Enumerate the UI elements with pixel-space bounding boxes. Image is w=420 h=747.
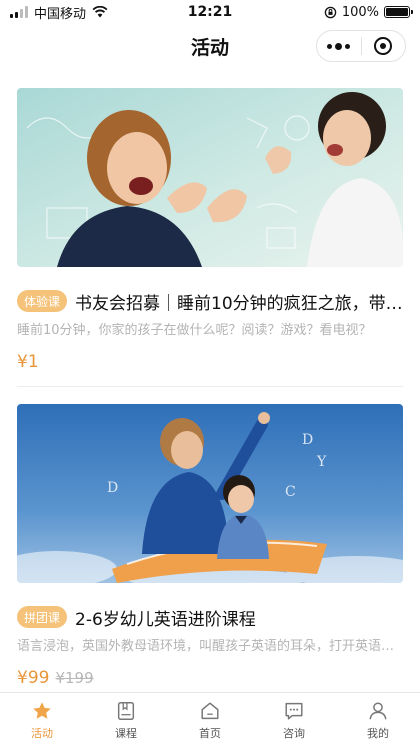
course-type-badge: 拼团课	[17, 606, 68, 628]
tab-home[interactable]: 首页	[168, 693, 252, 747]
rotation-lock-icon	[324, 6, 337, 18]
battery-percent: 100%	[341, 4, 379, 20]
wifi-icon	[92, 6, 108, 18]
battery-icon	[384, 6, 413, 18]
teacher-and-boy-flying-book-photo: D D Y C	[17, 404, 403, 583]
price-row: ¥1	[17, 352, 403, 372]
svg-text:D: D	[107, 480, 118, 496]
battery-fill	[386, 8, 408, 16]
star-icon	[33, 701, 51, 719]
course-type-badge: 体验课	[17, 290, 68, 312]
card-divider	[17, 386, 403, 387]
signal-icon	[10, 6, 28, 18]
tab-profile[interactable]: 我的	[336, 693, 420, 747]
tab-label: 我的	[367, 726, 389, 740]
close-button[interactable]	[362, 31, 406, 61]
card-description: 睡前10分钟，你家的孩子在做什么呢？阅读？游戏？看电视？	[17, 323, 372, 338]
more-dots-icon	[327, 42, 351, 50]
svg-text:C: C	[285, 484, 296, 500]
carrier-name: 中国移动	[34, 6, 87, 22]
tab-bar: 活动 课程 首页 咨询 我的	[0, 692, 420, 747]
price: ¥99	[17, 668, 50, 688]
tab-course[interactable]: 课程	[84, 693, 168, 747]
mini-program-capsule	[316, 30, 406, 62]
activity-card[interactable]: D D Y C 拼团课 2-6岁幼儿英语进阶课程 语言浸泡，英国外教母语环境，叫	[17, 404, 403, 688]
user-icon	[369, 701, 387, 719]
teacher-and-girl-photo	[17, 88, 403, 267]
tab-consult[interactable]: 咨询	[252, 693, 336, 747]
activity-card[interactable]: 体验课 书友会招募｜睡前10分钟的疯狂之旅，带你遨游书海 睡前10分钟，你家的孩…	[17, 88, 403, 372]
svg-text:D: D	[302, 432, 313, 448]
status-bar: 中国移动 12:21 100%	[0, 0, 420, 24]
svg-text:Y: Y	[316, 454, 327, 470]
price-row: ¥99 ¥199	[17, 668, 403, 688]
card-description: 语言浸泡，英国外教母语环境，叫醒孩子英语的耳朵，打开英语世界	[17, 639, 403, 654]
tab-label: 首页	[199, 726, 221, 740]
activity-list[interactable]: 体验课 书友会招募｜睡前10分钟的疯狂之旅，带你遨游书海 睡前10分钟，你家的孩…	[0, 68, 420, 692]
tab-label: 活动	[31, 726, 53, 740]
tab-label: 课程	[115, 726, 137, 740]
card-title-row: 体验课 书友会招募｜睡前10分钟的疯狂之旅，带你遨游书海	[17, 289, 403, 314]
nav-bar: 活动	[0, 24, 420, 68]
home-icon	[201, 701, 219, 719]
target-close-icon	[374, 37, 393, 55]
original-price: ¥199	[55, 669, 94, 687]
book-icon	[117, 701, 135, 720]
more-button[interactable]	[317, 31, 361, 61]
chat-icon	[285, 702, 303, 720]
card-title-row: 拼团课 2-6岁幼儿英语进阶课程	[17, 605, 403, 630]
page-title: 活动	[190, 36, 229, 59]
price: ¥1	[17, 352, 39, 372]
card-title[interactable]: 书友会招募｜睡前10分钟的疯狂之旅，带你遨游书海	[75, 289, 403, 314]
tab-activity[interactable]: 活动	[0, 693, 84, 747]
card-title[interactable]: 2-6岁幼儿英语进阶课程	[75, 605, 256, 630]
tab-label: 咨询	[283, 726, 305, 740]
